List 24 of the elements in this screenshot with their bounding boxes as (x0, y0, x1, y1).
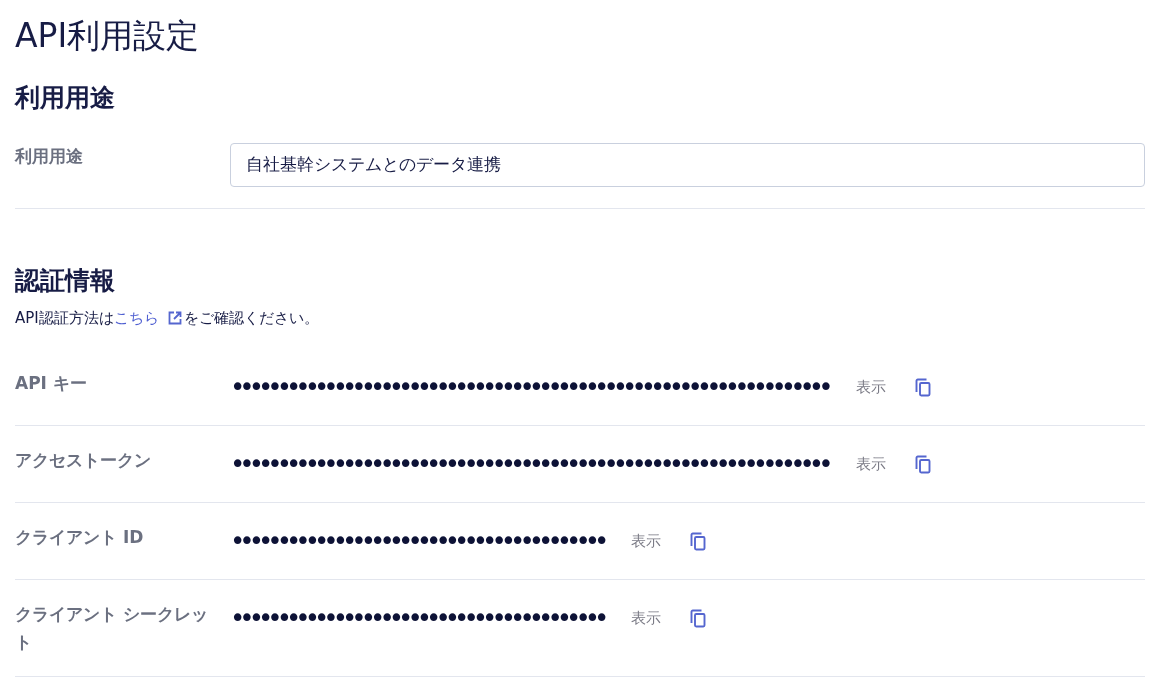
show-button[interactable]: 表示 (845, 373, 896, 401)
masked-value: •••••••••••••••••••••••••••••••••••••••• (230, 607, 604, 629)
section-heading: 認証情報 (15, 265, 115, 297)
credential-label: API キー (15, 372, 88, 395)
show-button[interactable]: 表示 (621, 604, 672, 632)
copy-icon[interactable] (690, 531, 707, 551)
masked-value: •••••••••••••••••••••••••••••••••••••••••••••••••••••••••••••••• (230, 376, 828, 398)
masked-value: •••••••••••••••••••••••••••••••••••••••• (230, 530, 604, 552)
auth-note: API認証方法はこちら をご確認ください。 (15, 307, 319, 329)
page-title: API利用設定 (15, 15, 200, 57)
field-label: 利用用途 (15, 145, 83, 168)
section-heading: 利用用途 (15, 82, 115, 114)
copy-icon[interactable] (914, 454, 931, 474)
help-link[interactable]: こちら (113, 307, 182, 329)
copy-icon[interactable] (690, 608, 707, 628)
usage-input-field[interactable]: 自社基幹システムとのデータ連携 (230, 143, 1145, 187)
copy-icon[interactable] (914, 377, 931, 397)
credential-label: アクセストークン (15, 449, 152, 472)
credential-label: クライアント シークレット (15, 603, 209, 654)
external-link-icon (167, 311, 182, 325)
masked-value: •••••••••••••••••••••••••••••••••••••••••••••••••••••••••••••••• (230, 453, 828, 475)
credential-label: クライアント ID (15, 526, 145, 549)
show-button[interactable]: 表示 (845, 450, 896, 478)
show-button[interactable]: 表示 (621, 527, 672, 555)
